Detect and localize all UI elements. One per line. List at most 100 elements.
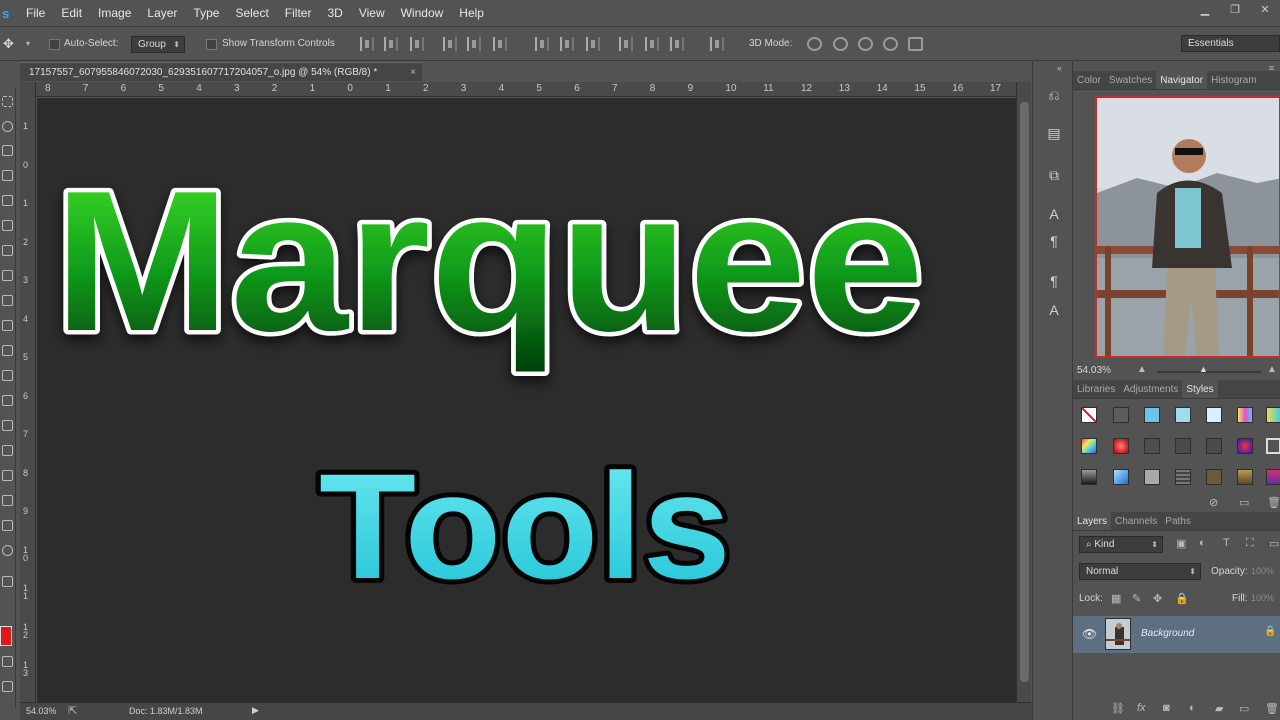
style-swatch[interactable] <box>1081 438 1097 454</box>
style-swatch-none[interactable] <box>1081 407 1097 423</box>
tab-paths[interactable]: Paths <box>1161 512 1195 530</box>
move-tool-icon[interactable]: ✥ <box>3 36 14 52</box>
align-left-icon[interactable] <box>443 37 457 51</box>
3d-slide-icon[interactable] <box>883 37 898 51</box>
style-swatch[interactable] <box>1144 407 1160 423</box>
delete-layer-icon[interactable]: 🗑 <box>1265 702 1279 715</box>
style-swatch[interactable] <box>1175 407 1191 423</box>
quick-mask-icon[interactable] <box>2 656 13 667</box>
visibility-eye-icon[interactable]: 👁 <box>1082 627 1097 641</box>
swap-colors-icon[interactable] <box>2 576 13 587</box>
document-tab[interactable]: 17157557_607955846072030_629351607717204… <box>20 62 422 81</box>
menu-image[interactable]: Image <box>90 6 139 20</box>
menu-3d[interactable]: 3D <box>319 6 350 20</box>
style-swatch[interactable] <box>1266 469 1280 485</box>
tab-swatches[interactable]: Swatches <box>1105 71 1156 89</box>
tab-navigator[interactable]: Navigator <box>1156 71 1208 89</box>
menu-window[interactable]: Window <box>393 6 452 20</box>
eraser-tool-icon[interactable] <box>2 320 13 331</box>
vertical-scrollbar[interactable] <box>1016 82 1031 702</box>
align-bottom-icon[interactable] <box>410 37 424 51</box>
status-menu-arrow-icon[interactable]: ▶ <box>252 705 259 716</box>
filter-pixel-icon[interactable]: ▣ <box>1176 537 1186 550</box>
style-swatch[interactable] <box>1237 407 1253 423</box>
3d-pan-icon[interactable] <box>858 37 873 51</box>
style-swatch[interactable] <box>1206 407 1222 423</box>
distribute-hcenter-icon[interactable] <box>645 37 659 51</box>
navigator-preview[interactable] <box>1095 96 1280 358</box>
quick-select-tool-icon[interactable] <box>2 145 13 156</box>
style-swatch[interactable] <box>1206 469 1222 485</box>
healing-brush-tool-icon[interactable] <box>2 220 13 231</box>
lock-image-icon[interactable]: ✎ <box>1132 592 1141 605</box>
style-swatch[interactable] <box>1266 438 1280 454</box>
menu-help[interactable]: Help <box>451 6 492 20</box>
type-tool-icon[interactable] <box>2 445 13 456</box>
distribute-right-icon[interactable] <box>670 37 684 51</box>
minimize-button[interactable]: ▁ <box>1190 0 1220 20</box>
paragraph-panel-icon[interactable]: ¶ <box>1045 233 1063 249</box>
style-swatch[interactable] <box>1113 407 1129 423</box>
filter-shape-icon[interactable]: ⛶ <box>1246 537 1254 550</box>
new-group-icon[interactable]: ▰ <box>1215 702 1223 715</box>
dodge-tool-icon[interactable] <box>2 395 13 406</box>
align-vcenter-icon[interactable] <box>384 37 398 51</box>
lock-all-icon[interactable]: 🔒 <box>1175 592 1189 605</box>
style-swatch[interactable] <box>1113 469 1129 485</box>
style-swatch[interactable] <box>1081 469 1097 485</box>
brush-tool-icon[interactable] <box>2 245 13 256</box>
history-brush-tool-icon[interactable] <box>2 295 13 306</box>
zoom-tool-icon[interactable] <box>2 545 13 556</box>
auto-align-icon[interactable] <box>710 37 724 51</box>
scrollbar-thumb[interactable] <box>1020 102 1029 682</box>
menu-select[interactable]: Select <box>227 6 276 20</box>
filter-smart-object-icon[interactable]: ▭ <box>1269 537 1279 550</box>
distribute-left-icon[interactable] <box>619 37 633 51</box>
layer-fx-icon[interactable]: fx <box>1137 702 1146 714</box>
align-right-icon[interactable] <box>493 37 507 51</box>
status-zoom[interactable]: 54.03% <box>26 706 57 716</box>
gradient-tool-icon[interactable] <box>2 345 13 356</box>
hand-tool-icon[interactable] <box>2 520 13 531</box>
clone-source-panel-icon[interactable]: ⧉ <box>1045 167 1063 183</box>
close-button[interactable]: ✕ <box>1250 0 1280 20</box>
tool-preset-chevron-icon[interactable]: ▾ <box>26 39 30 48</box>
style-swatch[interactable] <box>1175 438 1191 454</box>
auto-select-dropdown[interactable]: Group ⬍ <box>131 36 185 53</box>
style-swatch[interactable] <box>1144 469 1160 485</box>
style-swatch[interactable] <box>1206 438 1222 454</box>
collapse-panels-icon[interactable]: « <box>1057 63 1062 73</box>
delete-style-icon[interactable]: 🗑 <box>1267 496 1280 509</box>
crop-tool-icon[interactable] <box>2 170 13 181</box>
fill-value[interactable]: 100% <box>1251 593 1274 603</box>
tab-layers[interactable]: Layers <box>1073 512 1112 530</box>
close-document-icon[interactable]: × <box>410 63 416 82</box>
link-layers-icon[interactable]: ⛓ <box>1111 702 1125 715</box>
3d-scale-icon[interactable] <box>908 37 923 51</box>
paragraph-styles-icon[interactable]: ¶ <box>1045 273 1063 289</box>
restore-button[interactable]: ❐ <box>1220 0 1250 20</box>
style-swatch[interactable] <box>1113 438 1129 454</box>
character-panel-icon[interactable]: A <box>1045 206 1063 222</box>
tab-histogram[interactable]: Histogram <box>1207 71 1261 89</box>
align-top-icon[interactable] <box>360 37 374 51</box>
add-mask-icon[interactable]: ◙ <box>1163 702 1170 714</box>
zoom-in-icon[interactable]: ▲ <box>1267 364 1277 375</box>
menu-edit[interactable]: Edit <box>53 6 90 20</box>
menu-filter[interactable]: Filter <box>277 6 320 20</box>
history-panel-icon[interactable]: ⎌ <box>1045 87 1063 103</box>
menu-layer[interactable]: Layer <box>139 6 185 20</box>
menu-view[interactable]: View <box>351 6 393 20</box>
style-swatch[interactable] <box>1266 407 1280 423</box>
new-adjustment-icon[interactable]: ◐ <box>1189 702 1196 714</box>
3d-roll-icon[interactable] <box>833 37 848 51</box>
eyedropper-tool-icon[interactable] <box>2 195 13 206</box>
opacity-value[interactable]: 100% <box>1251 566 1274 576</box>
tab-adjustments[interactable]: Adjustments <box>1119 380 1182 398</box>
lock-position-icon[interactable]: ✥ <box>1153 592 1162 605</box>
show-transform-checkbox[interactable] <box>206 39 217 50</box>
align-hcenter-icon[interactable] <box>467 37 481 51</box>
character-styles-icon[interactable]: A <box>1045 302 1063 318</box>
lock-transparent-icon[interactable]: ▦ <box>1111 592 1121 605</box>
filter-type-icon[interactable]: T <box>1223 537 1230 549</box>
